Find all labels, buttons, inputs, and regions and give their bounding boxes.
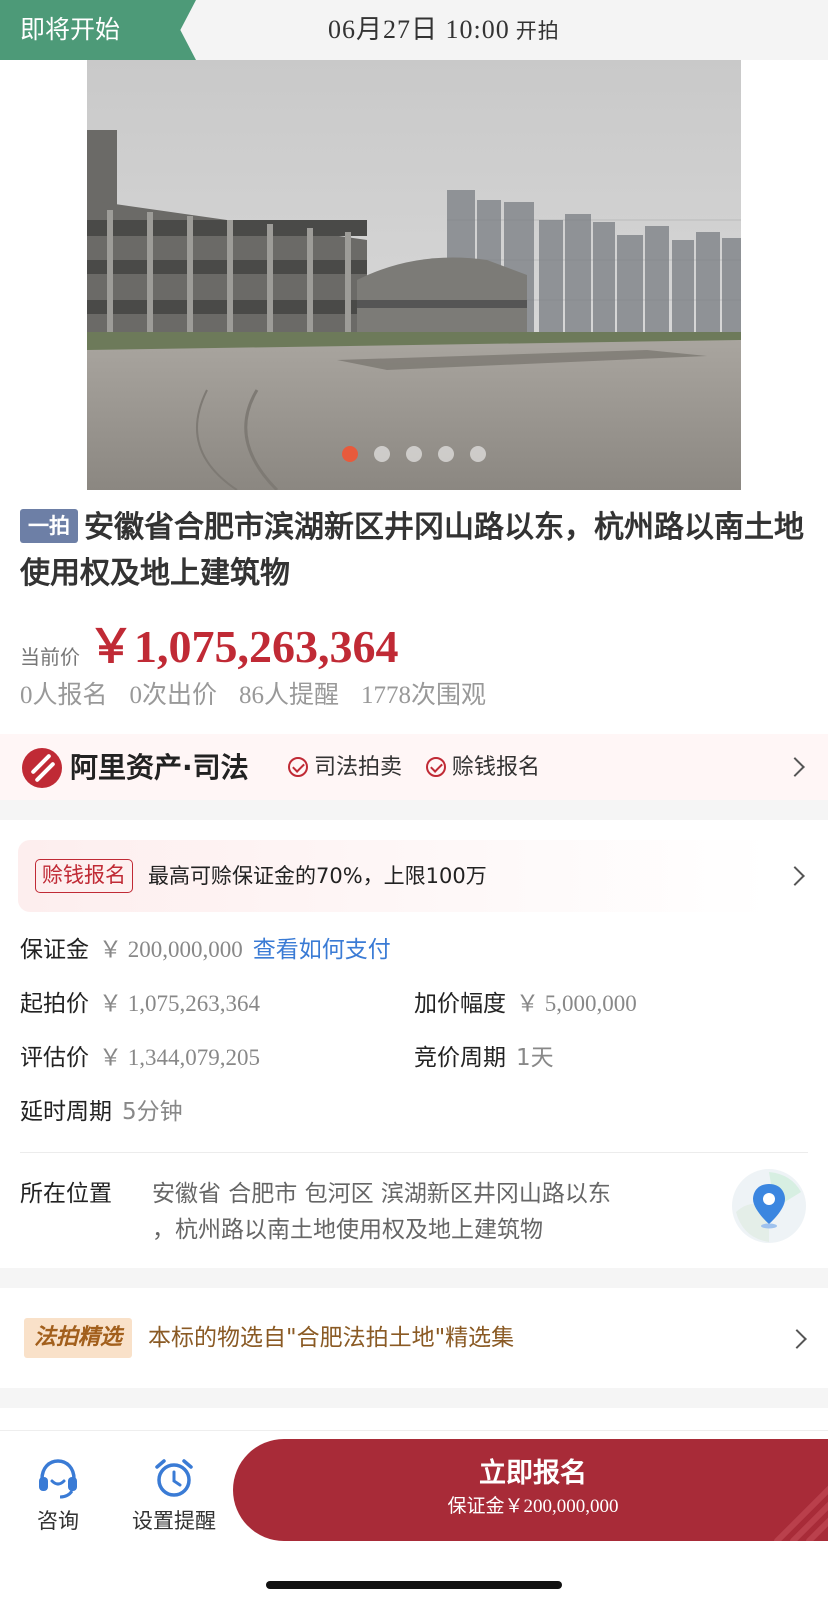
reminder-label: 设置提醒	[132, 1509, 216, 1533]
delay-value: 5分钟	[122, 1099, 183, 1125]
delay-row: 延时周期 5分钟	[20, 1092, 183, 1132]
start-time-value: 06月27日 10:00	[328, 15, 510, 44]
bid-cycle-label: 竞价周期	[414, 1045, 506, 1071]
set-reminder-button[interactable]: 设置提醒	[128, 1457, 220, 1535]
carousel-dot[interactable]	[438, 446, 454, 462]
start-time: 06月27日 10:00 开拍	[328, 0, 560, 60]
carousel-dot[interactable]	[470, 446, 486, 462]
lot-photo-carousel[interactable]	[87, 60, 741, 490]
decorative-stripes	[774, 1485, 828, 1541]
carousel-dot[interactable]	[406, 446, 422, 462]
start-time-suffix: 开拍	[515, 19, 560, 43]
consult-button[interactable]: 咨询	[30, 1457, 86, 1535]
signup-count: 0人报名	[20, 682, 108, 709]
increment-row: 加价幅度 ￥ 5,000,000	[414, 984, 637, 1024]
appraisal-row: 评估价 ￥ 1,344,079,205	[20, 1038, 260, 1078]
carousel-dot[interactable]	[374, 446, 390, 462]
signup-now-button[interactable]: 立即报名 保证金￥200,000,000	[233, 1439, 828, 1541]
lot-stats: 0人报名 0次出价 86人提醒 1778次围观	[20, 675, 508, 711]
bid-cycle-row: 竞价周期 1天	[414, 1038, 554, 1078]
alarm-clock-icon	[155, 1459, 193, 1497]
view-count: 1778次围观	[361, 682, 487, 709]
delay-label: 延时周期	[20, 1099, 112, 1125]
check-circle-icon	[426, 757, 446, 777]
cta-deposit: 保证金￥200,000,000	[447, 1496, 619, 1517]
selection-tag: 法拍精选	[24, 1318, 133, 1358]
section-gap	[0, 800, 828, 820]
increment-label: 加价幅度	[414, 991, 506, 1017]
lot-title-text: 安徽省合肥市滨湖新区井冈山路以东，杭州路以南土地使用权及地上建筑物	[20, 510, 804, 591]
location-line-2: ，杭州路以南土地使用权及地上建筑物	[152, 1217, 543, 1243]
location-line-1: 安徽省 合肥市 包河区 滨湖新区井冈山路以东	[152, 1181, 611, 1207]
credit-signup-banner[interactable]: 赊钱报名 最高可赊保证金的70%，上限100万	[18, 840, 810, 912]
increment-value: ￥ 5,000,000	[516, 991, 637, 1016]
feature-judicial-label: 司法拍卖	[314, 755, 403, 780]
current-price: ￥1,075,263,364	[88, 621, 399, 672]
lot-photo	[87, 60, 741, 490]
home-indicator	[266, 1581, 562, 1589]
ali-asset-logo-icon	[22, 748, 62, 788]
feature-credit: 赊钱报名	[426, 748, 540, 788]
section-gap	[0, 1268, 828, 1288]
reminder-count: 86人提醒	[239, 682, 340, 709]
divider	[20, 1152, 808, 1153]
platform-strip[interactable]: 阿里资产·司法 司法拍卖 赊钱报名	[0, 734, 828, 800]
selection-text: 本标的物选自"合肥法拍土地"精选集	[148, 1325, 515, 1351]
auction-status-bar: 即将开始 06月27日 10:00 开拍	[0, 0, 828, 60]
lot-title: 一拍 安徽省合肥市滨湖新区井冈山路以东，杭州路以南土地使用权及地上建筑物	[20, 505, 810, 597]
credit-text: 最高可赊保证金的70%，上限100万	[148, 864, 487, 888]
section-gap	[0, 1388, 828, 1408]
feature-credit-label: 赊钱报名	[452, 755, 541, 780]
consult-label: 咨询	[37, 1509, 79, 1533]
bid-count: 0次出价	[129, 682, 218, 709]
deposit-row: 保证金 ￥ 200,000,000 查看如何支付	[20, 930, 391, 970]
current-price-row: 当前价 ￥1,075,263,364	[20, 610, 399, 672]
deposit-label: 保证金	[20, 937, 89, 963]
current-price-label: 当前价	[20, 645, 80, 669]
appraisal-label: 评估价	[20, 1045, 89, 1071]
chevron-right-icon	[785, 757, 805, 777]
platform-name: 阿里资产·司法	[70, 751, 249, 784]
bid-cycle-value: 1天	[516, 1045, 554, 1071]
round-tag: 一拍	[20, 509, 78, 543]
chevron-right-icon	[785, 866, 805, 886]
start-price-label: 起拍价	[20, 991, 89, 1017]
deposit-value: ￥ 200,000,000	[99, 937, 243, 962]
bottom-action-bar: 咨询 设置提醒 立即报名 保证金￥200,000,000	[0, 1430, 828, 1608]
start-price-row: 起拍价 ￥ 1,075,263,364	[20, 984, 260, 1024]
payment-help-link[interactable]: 查看如何支付	[253, 937, 391, 963]
carousel-dots	[87, 446, 741, 466]
cta-title: 立即报名	[479, 1458, 587, 1489]
map-pin-icon[interactable]	[731, 1168, 807, 1244]
status-tag: 即将开始	[0, 0, 196, 60]
start-price-value: ￥ 1,075,263,364	[99, 991, 260, 1016]
location-label: 所在位置	[20, 1181, 112, 1207]
appraisal-value: ￥ 1,344,079,205	[99, 1045, 260, 1070]
check-circle-icon	[288, 757, 308, 777]
chevron-right-icon	[787, 1329, 807, 1349]
selection-collection-strip[interactable]: 法拍精选 本标的物选自"合肥法拍土地"精选集	[0, 1288, 828, 1388]
headset-icon	[39, 1459, 77, 1499]
credit-tag: 赊钱报名	[35, 859, 133, 893]
feature-judicial: 司法拍卖	[288, 748, 402, 788]
location-text: 安徽省 合肥市 包河区 滨湖新区井冈山路以东 ，杭州路以南土地使用权及地上建筑物	[152, 1176, 682, 1248]
carousel-dot[interactable]	[342, 446, 358, 462]
